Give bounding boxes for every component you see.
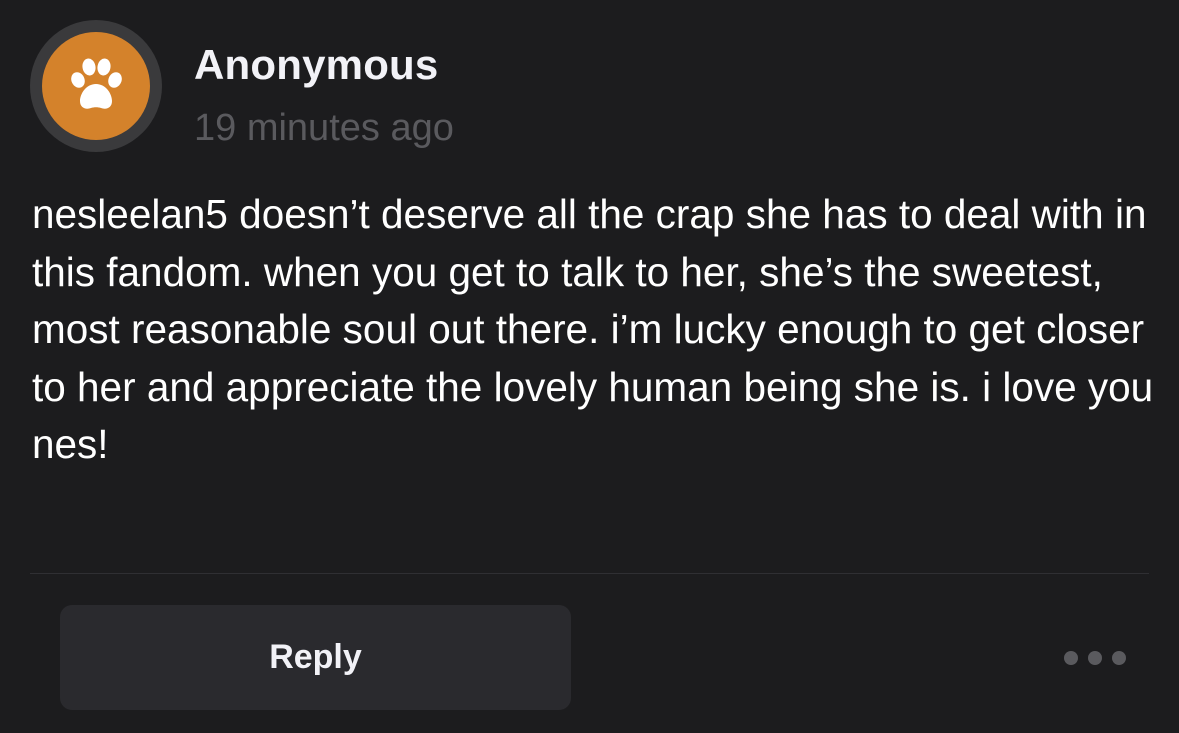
divider (30, 573, 1149, 574)
question-text: nesleelan5 doesn’t deserve all the crap … (32, 191, 1154, 467)
reply-button[interactable]: Reply (60, 605, 571, 710)
more-dots-icon (1064, 651, 1078, 665)
avatar-circle (42, 32, 150, 140)
avatar (30, 20, 162, 152)
paw-icon (71, 58, 122, 109)
question-card: Anonymous 19 minutes ago nesleelan5 does… (0, 0, 1179, 733)
timestamp: 19 minutes ago (194, 107, 454, 149)
reply-button-label: Reply (269, 638, 362, 676)
more-dots-icon (1112, 651, 1126, 665)
more-dots-icon (1088, 651, 1102, 665)
author-name: Anonymous (194, 41, 439, 88)
more-options-button[interactable] (1064, 642, 1126, 674)
